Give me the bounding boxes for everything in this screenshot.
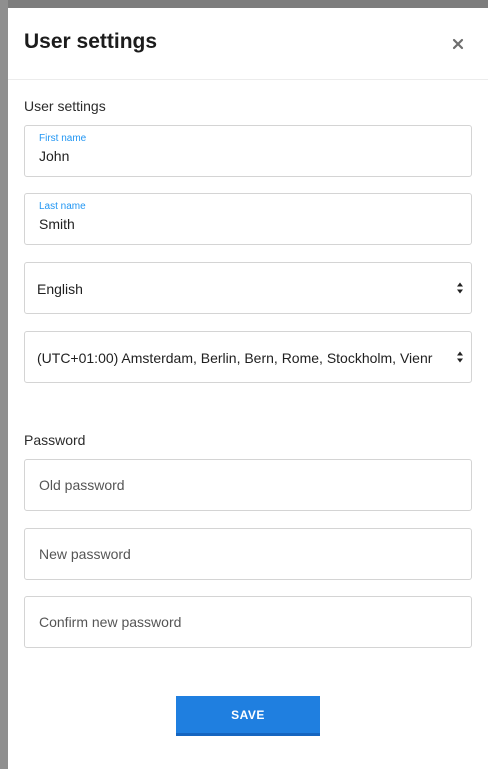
first-name-label: First name xyxy=(39,133,87,144)
first-name-input[interactable] xyxy=(39,148,459,164)
language-select-value: English xyxy=(37,281,83,297)
select-arrows-icon xyxy=(457,351,463,363)
user-settings-modal: User settings User settings First name L… xyxy=(8,8,488,769)
backdrop xyxy=(0,0,8,769)
new-password-field[interactable] xyxy=(24,528,472,580)
old-password-input[interactable] xyxy=(39,460,459,510)
confirm-password-input[interactable] xyxy=(39,597,459,647)
language-select[interactable]: English xyxy=(24,262,472,314)
close-button[interactable] xyxy=(448,34,468,54)
timezone-select[interactable]: (UTC+01:00) Amsterdam, Berlin, Bern, Rom… xyxy=(24,331,472,383)
user-section-label: User settings xyxy=(24,98,106,114)
last-name-label: Last name xyxy=(39,201,86,212)
close-icon xyxy=(452,38,464,50)
first-name-field[interactable]: First name xyxy=(24,125,472,177)
modal-header: User settings xyxy=(8,8,488,80)
last-name-input[interactable] xyxy=(39,216,459,232)
password-section-label: Password xyxy=(24,432,86,448)
modal-title: User settings xyxy=(24,30,158,53)
last-name-field[interactable]: Last name xyxy=(24,193,472,245)
timezone-select-value: (UTC+01:00) Amsterdam, Berlin, Bern, Rom… xyxy=(37,350,433,366)
confirm-password-field[interactable] xyxy=(24,596,472,648)
select-arrows-icon xyxy=(457,282,463,294)
old-password-field[interactable] xyxy=(24,459,472,511)
new-password-input[interactable] xyxy=(39,529,459,579)
save-button[interactable]: SAVE xyxy=(176,696,320,736)
